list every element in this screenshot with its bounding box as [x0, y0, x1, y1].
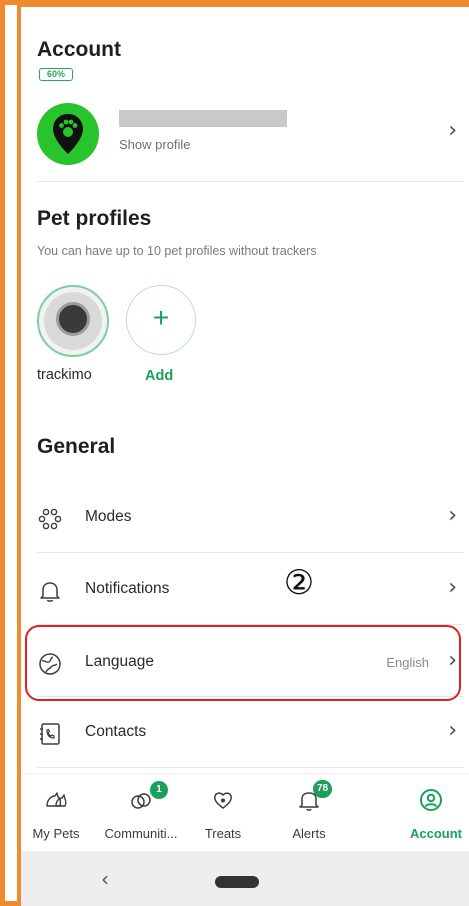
system-home-pill[interactable]	[215, 876, 259, 888]
chevron-right-icon: ›	[448, 118, 457, 143]
chevron-right-icon: ›	[448, 503, 457, 528]
pet-profiles-heading: Pet profiles	[37, 207, 152, 230]
bell-icon	[40, 582, 60, 602]
system-back-icon[interactable]: ‹	[101, 867, 109, 891]
account-heading: Account	[37, 38, 121, 61]
account-circle-icon	[420, 789, 442, 811]
divider	[37, 767, 463, 768]
nav-my-pets[interactable]: My Pets	[21, 774, 101, 852]
menu-item-label: Modes	[85, 508, 132, 525]
nav-label: Treats	[204, 826, 242, 841]
add-pet-button[interactable]: +	[126, 285, 196, 355]
show-profile-link[interactable]: Show profile	[119, 137, 191, 152]
menu-item-label: Notifications	[85, 580, 170, 597]
pet-avatar-trackimo[interactable]	[37, 285, 109, 357]
profile-row[interactable]: Show profile ›	[37, 97, 463, 185]
menu-item-label: Contacts	[85, 723, 147, 740]
system-navigation-bar: ‹	[21, 851, 469, 906]
chevron-right-icon: ›	[448, 575, 457, 600]
bottom-navigation: My Pets 1 Communiti... Treats 78 Alerts	[21, 773, 469, 851]
nav-label: My Pets	[32, 826, 80, 841]
treats-heart-icon	[214, 792, 232, 809]
alerts-badge: 78	[313, 780, 333, 798]
paw-pin-icon	[53, 114, 83, 154]
cat-dog-icon	[46, 792, 67, 807]
pet-photo	[44, 292, 102, 350]
battery-badge: 60%	[39, 68, 73, 81]
pet-profiles-subtitle: You can have up to 10 pet profiles witho…	[37, 244, 317, 258]
nav-label: Communiti...	[104, 826, 178, 841]
nav-label: Account	[410, 826, 462, 841]
menu-item-contacts[interactable]: Contacts ›	[37, 699, 463, 767]
tracker-device-image	[56, 302, 90, 336]
app-screen: Account Show profile › Pet profiles You …	[17, 4, 469, 906]
nav-alerts[interactable]: 78 Alerts	[264, 774, 354, 852]
general-heading: General	[37, 435, 116, 458]
modes-icon	[38, 508, 62, 530]
menu-item-modes[interactable]: Modes ›	[37, 484, 463, 552]
language-highlight-box	[25, 625, 461, 701]
community-badge: 1	[150, 781, 168, 799]
pet-name[interactable]: trackimo	[37, 367, 92, 383]
nav-community[interactable]: 1 Communiti...	[96, 774, 186, 852]
menu-item-notifications[interactable]: Notifications ›	[37, 556, 463, 624]
add-pet-label[interactable]: Add	[145, 368, 173, 384]
chevron-right-icon: ›	[448, 718, 457, 743]
contacts-book-icon	[40, 723, 60, 745]
divider	[37, 552, 463, 553]
nav-treats[interactable]: Treats	[178, 774, 268, 852]
nav-label: Alerts	[292, 826, 326, 841]
nav-account[interactable]: Account	[396, 774, 469, 852]
avatar	[37, 103, 99, 165]
redacted-profile-name	[119, 110, 287, 127]
divider	[37, 181, 463, 182]
step-marker: ②	[283, 563, 315, 603]
